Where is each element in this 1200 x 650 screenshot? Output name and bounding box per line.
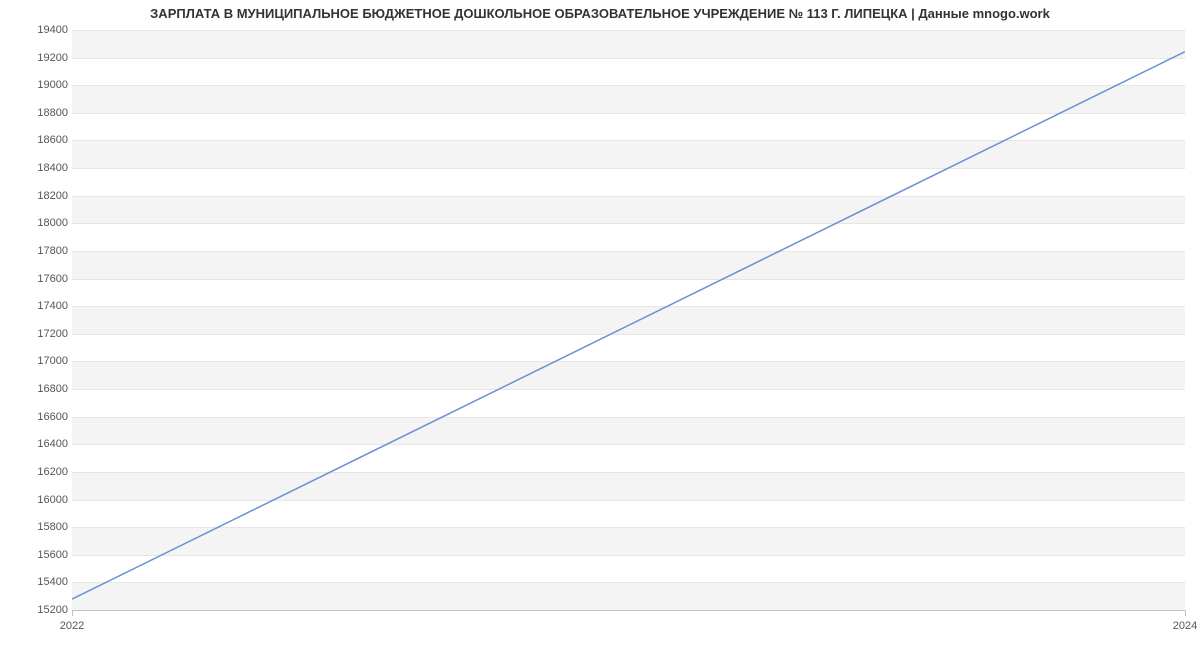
y-tick-label: 19400: [28, 24, 68, 36]
x-tick: [72, 610, 73, 616]
y-tick-label: 15600: [28, 549, 68, 561]
y-tick-label: 17600: [28, 273, 68, 285]
y-tick-label: 16800: [28, 383, 68, 395]
x-tick-label: 2024: [1173, 620, 1197, 632]
plot-area: 1520015400156001580016000162001640016600…: [72, 30, 1185, 610]
line-layer: [72, 30, 1185, 610]
y-tick-label: 15200: [28, 604, 68, 616]
y-tick-label: 16600: [28, 411, 68, 423]
y-tick-label: 18000: [28, 217, 68, 229]
x-tick: [1185, 610, 1186, 616]
y-tick-label: 17400: [28, 300, 68, 312]
y-tick-label: 19200: [28, 52, 68, 64]
y-tick-label: 16000: [28, 494, 68, 506]
series-line: [72, 52, 1185, 599]
y-tick-label: 16400: [28, 438, 68, 450]
y-tick-label: 18400: [28, 162, 68, 174]
chart-title: ЗАРПЛАТА В МУНИЦИПАЛЬНОЕ БЮДЖЕТНОЕ ДОШКО…: [0, 6, 1200, 21]
y-tick-label: 18200: [28, 190, 68, 202]
y-tick-label: 18600: [28, 134, 68, 146]
y-tick-label: 15800: [28, 521, 68, 533]
y-tick-label: 16200: [28, 466, 68, 478]
y-tick-label: 18800: [28, 107, 68, 119]
x-axis-line: [72, 610, 1185, 611]
y-tick-label: 17000: [28, 355, 68, 367]
x-tick-label: 2022: [60, 620, 84, 632]
y-tick-label: 17200: [28, 328, 68, 340]
chart-container: ЗАРПЛАТА В МУНИЦИПАЛЬНОЕ БЮДЖЕТНОЕ ДОШКО…: [0, 0, 1200, 650]
y-tick-label: 19000: [28, 79, 68, 91]
y-tick-label: 17800: [28, 245, 68, 257]
y-tick-label: 15400: [28, 576, 68, 588]
